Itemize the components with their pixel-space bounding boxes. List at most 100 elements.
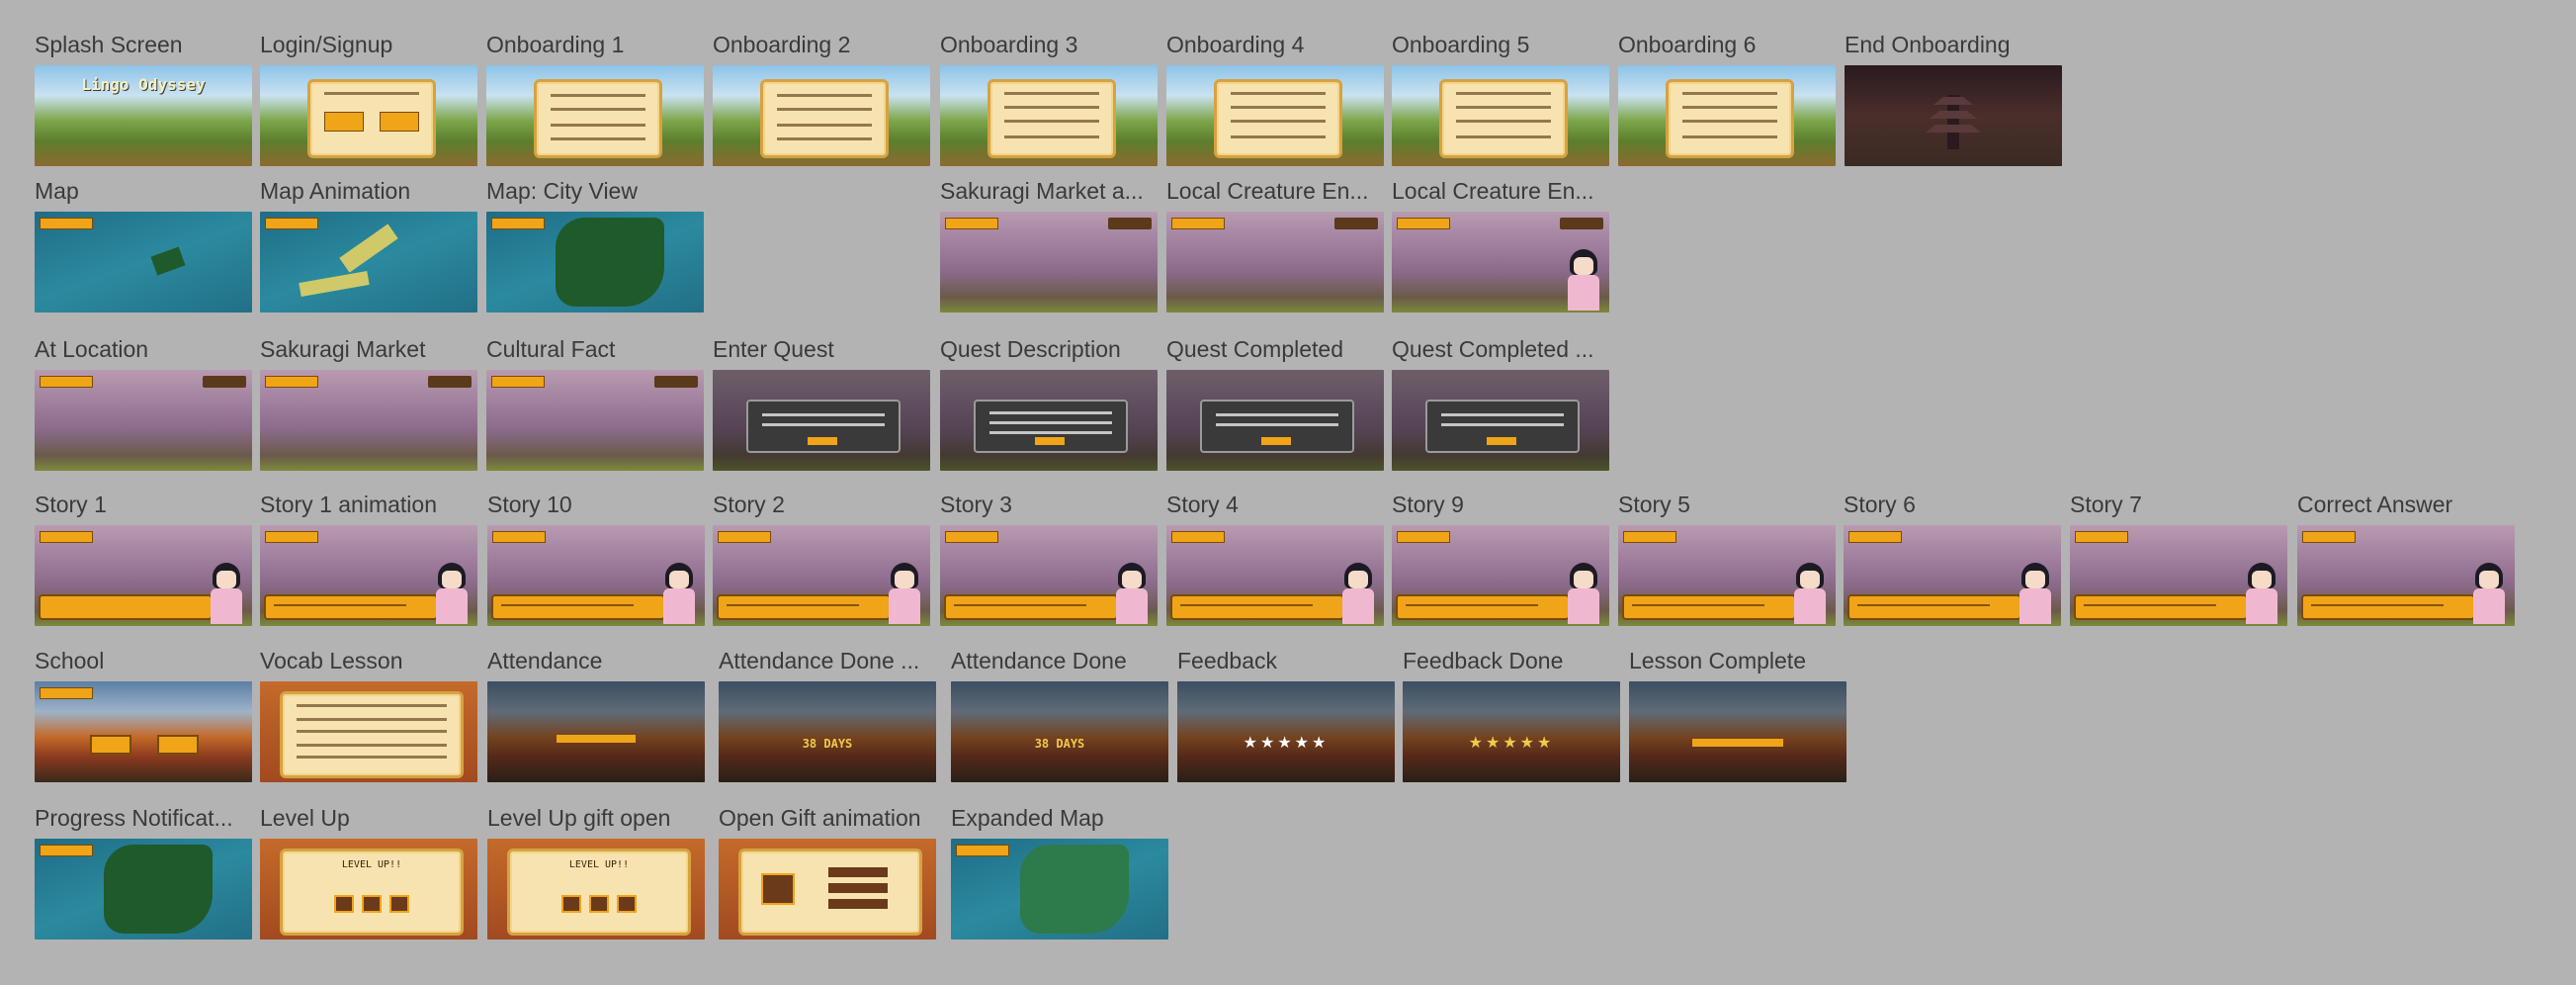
frame-thumbnail[interactable]: LEVEL UP!! [487,839,705,940]
frame-thumbnail[interactable] [2070,525,2287,626]
frame-thumbnail[interactable] [487,681,705,782]
status-bar [956,845,1009,856]
frame-thumbnail[interactable] [1844,525,2061,626]
frame-thumbnail[interactable] [35,212,252,313]
gift-icon [617,895,637,913]
frame-thumbnail[interactable] [1392,370,1609,471]
frame-thumbnail[interactable] [486,212,704,313]
frame-thumbnail[interactable] [260,370,477,471]
frame-label: Level Up gift open [487,805,671,831]
frame-label: Story 9 [1392,492,1464,517]
frame-thumbnail[interactable] [1618,525,1836,626]
frame-thumbnail[interactable] [1166,212,1384,313]
frame-thumbnail[interactable] [713,370,930,471]
inventory-bar [1560,218,1603,229]
quest-dialog [1200,400,1354,453]
reward-item [828,867,888,877]
frame-thumbnail[interactable] [1392,212,1609,313]
login-card [307,79,436,158]
frame-thumbnail[interactable] [940,370,1158,471]
frame-thumbnail[interactable] [35,681,252,782]
frame-label: Story 5 [1618,492,1690,517]
frame-label: Lesson Complete [1629,648,1806,673]
status-bar [945,218,998,229]
status-bar [1848,531,1902,543]
frame-thumbnail[interactable] [713,525,930,626]
status-bar [1171,531,1225,543]
frame-thumbnail[interactable] [260,681,477,782]
frame-thumbnail[interactable] [260,65,477,166]
frame-thumbnail[interactable]: ★★★★★ [1177,681,1395,782]
frame-thumbnail[interactable]: LEVEL UP!! [260,839,477,940]
character-avatar [2016,563,2055,624]
frame-thumbnail[interactable] [487,525,705,626]
frame-thumbnail[interactable] [1392,65,1609,166]
frame-label: Story 4 [1166,492,1239,517]
reward-item [828,899,888,909]
frame-thumbnail[interactable]: 38 DAYS [719,681,936,782]
frame-thumbnail[interactable] [260,212,477,313]
frame-label: Feedback [1177,648,1278,673]
frame-label: Cultural Fact [486,336,616,362]
status-bar [2075,531,2128,543]
frame-thumbnail[interactable] [1166,65,1384,166]
frame-label: Story 3 [940,492,1012,517]
frame-thumbnail[interactable] [1618,65,1836,166]
frame-thumbnail[interactable] [713,65,930,166]
frame-thumbnail[interactable] [35,370,252,471]
frame-label: Attendance Done ... [719,648,920,673]
inventory-bar [654,376,698,388]
frame-label: Correct Answer [2297,492,2453,517]
continue-button [1692,739,1783,747]
rating-stars: ★★★★★ [1243,735,1330,752]
frame-thumbnail[interactable] [486,65,704,166]
frame-label: School [35,648,105,673]
frame-thumbnail[interactable] [1166,525,1384,626]
frame-thumbnail[interactable]: 38 DAYS [951,681,1168,782]
dialog-bar [39,594,213,620]
status-bar [491,376,545,388]
character-avatar [2469,563,2509,624]
status-bar [265,376,318,388]
frame-label: Local Creature En... [1392,178,1594,204]
frame-thumbnail[interactable] [940,525,1158,626]
frame-label: Expanded Map [951,805,1104,831]
frame-thumbnail[interactable] [1392,525,1609,626]
frame-thumbnail[interactable] [940,65,1158,166]
frame-thumbnail[interactable] [2297,525,2515,626]
map-region [104,845,213,934]
dialog-bar [1170,594,1344,620]
frame-label: Sakuragi Market [260,336,426,362]
status-bar [2302,531,2356,543]
frame-thumbnail[interactable] [1166,370,1384,471]
status-bar [265,218,318,229]
frame-label: Attendance Done [951,648,1127,673]
dialog-bar [717,594,891,620]
character-avatar [207,563,246,624]
frame-thumbnail[interactable] [719,839,936,940]
frame-thumbnail[interactable]: Lingo Odyssey [35,65,252,166]
frame-thumbnail[interactable] [940,212,1158,313]
frame-label: At Location [35,336,149,362]
status-bar [40,687,93,699]
character-avatar [2242,563,2281,624]
quest-dialog [974,400,1128,453]
status-bar [491,218,545,229]
frame-thumbnail[interactable] [260,525,477,626]
frame-thumbnail[interactable]: ★★★★★ [1403,681,1620,782]
dialog-bar [1396,594,1570,620]
frame-thumbnail[interactable] [35,839,252,940]
gift-icon [362,895,382,913]
gift-icon [561,895,581,913]
frame-thumbnail[interactable] [951,839,1168,940]
status-bar [1171,218,1225,229]
character-avatar [1564,249,1603,311]
frame-thumbnail[interactable] [35,525,252,626]
frame-thumbnail[interactable] [1845,65,2062,166]
frame-label: End Onboarding [1845,32,2011,57]
character-avatar [659,563,699,624]
frame-thumbnail[interactable] [1629,681,1846,782]
frame-thumbnail[interactable] [486,370,704,471]
level-up-card: LEVEL UP!! [507,849,691,936]
frame-label: Sakuragi Market a... [940,178,1144,204]
